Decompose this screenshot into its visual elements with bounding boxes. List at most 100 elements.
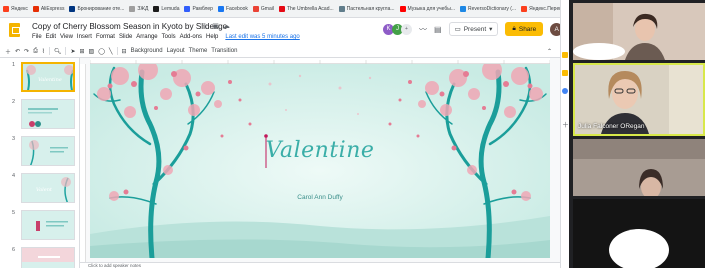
- new-slide-icon[interactable]: ＋: [5, 47, 11, 56]
- divider: [116, 47, 118, 55]
- bookmark-favicon-icon: [153, 5, 160, 12]
- comment-icon[interactable]: ▤: [434, 25, 442, 34]
- bookmark-label: AliExpress: [40, 5, 65, 12]
- bookmark-favicon-icon: [32, 5, 39, 12]
- lock-icon: 🔒︎: [512, 25, 516, 32]
- title-icons: ☆ ▣ ☁: [202, 22, 230, 30]
- collapse-toolbar-icon[interactable]: ⌃: [547, 48, 552, 55]
- menu-format[interactable]: Format: [96, 34, 115, 40]
- privacy-mask: [573, 43, 625, 60]
- participant-tile-3[interactable]: [573, 139, 705, 196]
- slide-canvas[interactable]: Valentine Carol Ann Duffy: [90, 64, 550, 258]
- speaker-notes[interactable]: Click to add speaker notes: [80, 262, 560, 268]
- bookmark-favicon-icon: [399, 5, 406, 12]
- svg-text:Valentine: Valentine: [38, 77, 62, 83]
- bookmark-item[interactable]: Gmail: [252, 5, 274, 12]
- slide-subtitle[interactable]: Carol Ann Duffy: [90, 194, 550, 201]
- comment-add-icon[interactable]: ⊟: [122, 48, 127, 55]
- image-icon[interactable]: ▨: [89, 48, 95, 55]
- redo-icon[interactable]: ↷: [24, 48, 29, 55]
- menu-view[interactable]: View: [60, 34, 73, 40]
- toolbar: ＋ ↶ ↷ ⎙ ⌇ 🔍︎ ➤ ⊞ ▨ ◯ ╲ ⊟ Background Layo…: [0, 45, 560, 58]
- slide-number: 6: [12, 247, 16, 253]
- bookmark-item[interactable]: ЗЖД: [129, 5, 148, 12]
- present-label: Present: [463, 25, 487, 33]
- calendar-icon[interactable]: [562, 70, 568, 76]
- bookmark-favicon-icon: [252, 5, 259, 12]
- slide-thumbnail-2[interactable]: [21, 99, 75, 129]
- star-icon[interactable]: ☆: [202, 22, 208, 30]
- activity-trend-icon[interactable]: 〰: [419, 24, 427, 35]
- svg-text:Valent: Valent: [36, 187, 53, 193]
- bookmark-label: Яндекс.Переводчик: [529, 5, 560, 12]
- move-folder-icon[interactable]: ▣: [212, 22, 219, 30]
- divider: [65, 47, 67, 55]
- bookmark-item[interactable]: Пастельная кругла...: [338, 5, 395, 12]
- menu-file[interactable]: File: [32, 34, 42, 40]
- theme-button[interactable]: Theme: [189, 48, 208, 54]
- slides-logo-icon[interactable]: [9, 23, 20, 37]
- slide-title[interactable]: Valentine: [90, 138, 550, 163]
- bookmark-favicon-icon: [521, 5, 528, 12]
- participant-tile-active[interactable]: Julia Falconer ORegan: [573, 63, 705, 136]
- menu-slide[interactable]: Slide: [119, 34, 132, 40]
- docs-header: Copy of Cherry Blossom Season in Kyoto b…: [0, 18, 564, 45]
- line-icon[interactable]: ╲: [109, 48, 113, 55]
- background-button[interactable]: Background: [131, 48, 163, 54]
- undo-icon[interactable]: ↶: [15, 48, 20, 55]
- print-icon[interactable]: ⎙: [33, 48, 38, 55]
- bookmark-item[interactable]: ReversoDictionary (...: [460, 5, 516, 12]
- more-collaborators-icon[interactable]: +: [401, 23, 412, 35]
- bookmark-label: Рамблер: [192, 5, 213, 12]
- keep-icon[interactable]: [562, 52, 568, 58]
- bookmark-label: Пастельная кругла...: [346, 5, 395, 12]
- bookmark-favicon-icon: [184, 5, 191, 12]
- last-edit-link[interactable]: Last edit was 5 minutes ago: [225, 34, 299, 40]
- bookmark-favicon-icon: [338, 5, 345, 12]
- present-button[interactable]: ▭ Present ▾: [448, 22, 499, 36]
- slide-thumbnail-1[interactable]: Valentine: [21, 62, 75, 92]
- bookmark-item[interactable]: The Umbrella Acad...: [278, 5, 334, 12]
- bookmark-favicon-icon: [217, 5, 224, 12]
- zoom-icon[interactable]: 🔍︎: [54, 48, 62, 55]
- share-label: Share: [518, 25, 537, 33]
- document-title[interactable]: Copy of Cherry Blossom Season in Kyoto b…: [32, 22, 227, 31]
- vertical-ruler: [80, 64, 86, 264]
- layout-button[interactable]: Layout: [167, 48, 185, 54]
- divider: [48, 47, 50, 55]
- slide-thumbnail-5[interactable]: [21, 210, 75, 240]
- bookmark-item[interactable]: Яндекс: [3, 5, 28, 12]
- bookmark-item[interactable]: AliExpress: [32, 5, 65, 12]
- bookmark-favicon-icon: [278, 5, 285, 12]
- paint-format-icon[interactable]: ⌇: [42, 48, 45, 55]
- bookmark-label: Музыка для учебы...: [407, 5, 456, 12]
- bookmark-item[interactable]: Музыка для учебы...: [399, 5, 456, 12]
- select-icon[interactable]: ➤: [70, 48, 75, 55]
- participant-tile-4[interactable]: [573, 199, 705, 268]
- bookmark-item[interactable]: Яндекс.Переводчик: [521, 5, 560, 12]
- slide-thumbnail-3[interactable]: [21, 136, 75, 166]
- menu-edit[interactable]: Edit: [46, 34, 56, 40]
- share-button[interactable]: 🔒︎ Share: [505, 22, 544, 36]
- slide-thumbnail-4[interactable]: Valent: [21, 173, 75, 203]
- bookmark-label: Gmail: [260, 5, 274, 12]
- textbox-icon[interactable]: ⊞: [79, 48, 84, 55]
- bookmark-label: Бронирование оте...: [77, 5, 125, 12]
- menu-tools[interactable]: Tools: [162, 34, 176, 40]
- bookmark-item[interactable]: Lemuda: [153, 5, 179, 12]
- menu-insert[interactable]: Insert: [77, 34, 92, 40]
- bookmark-favicon-icon: [460, 5, 467, 12]
- slide-thumbnail-6[interactable]: [21, 247, 75, 268]
- shape-icon[interactable]: ◯: [98, 48, 105, 55]
- bookmark-item[interactable]: Facebook: [217, 5, 248, 12]
- transition-button[interactable]: Transition: [211, 48, 237, 54]
- cloud-status-icon: ☁: [222, 23, 230, 30]
- menu-help[interactable]: Help: [206, 34, 218, 40]
- tasks-icon[interactable]: [562, 88, 568, 94]
- bookmark-item[interactable]: Рамблер: [184, 5, 213, 12]
- participant-tile-1[interactable]: [573, 3, 705, 60]
- add-addon-icon[interactable]: ＋: [562, 120, 569, 130]
- menu-addons[interactable]: Add-ons: [180, 34, 202, 40]
- bookmark-item[interactable]: Бронирование оте...: [69, 5, 125, 12]
- menu-arrange[interactable]: Arrange: [136, 34, 157, 40]
